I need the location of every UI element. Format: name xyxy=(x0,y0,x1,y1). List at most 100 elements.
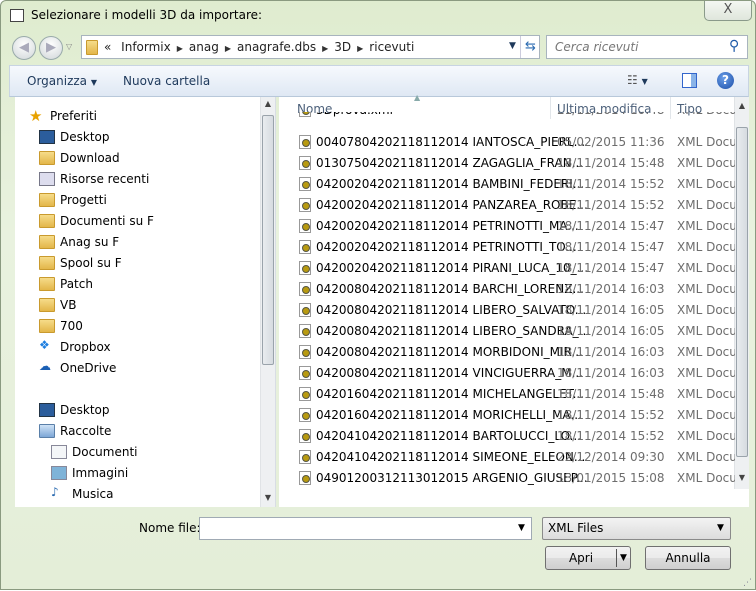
breadcrumb-item[interactable]: ricevuti xyxy=(369,40,414,54)
breadcrumb-separator-icon[interactable]: ▶ xyxy=(322,44,328,53)
file-row[interactable]: 04200804202118112014 BARCHI_LORENZ... 18/… xyxy=(299,279,739,300)
onedrive-icon: ☁ xyxy=(39,359,51,373)
address-dropdown-icon[interactable]: ▼ xyxy=(509,41,516,51)
file-date: 18/11/2014 15:47 xyxy=(557,261,665,275)
file-row[interactable]: 04200804202118112014 MORBIDONI_MIR... 18/… xyxy=(299,342,739,363)
filename-dropdown-icon[interactable]: ▼ xyxy=(518,523,525,533)
search-input[interactable]: Cerca ricevuti ⚲ xyxy=(546,35,748,59)
file-name: 04200804202118112014 MORBIDONI_MIR... xyxy=(316,345,583,359)
xml-file-icon xyxy=(299,324,311,338)
file-row[interactable]: 04200204202118112014 PANZAREA_ROBE... 18/… xyxy=(299,195,739,216)
folder-icon xyxy=(86,40,98,55)
preview-pane-icon[interactable] xyxy=(682,73,697,88)
file-row[interactable]: 04201604202118112014 MORICHELLI_MA... 18/… xyxy=(299,405,739,426)
help-icon[interactable]: ? xyxy=(717,72,734,89)
file-row[interactable]: 04204104202118112014 BARTOLUCCI_LO... 18/… xyxy=(299,426,739,447)
file-row[interactable]: 04200204202118112014 BAMBINI_FEDERI... 18… xyxy=(299,174,739,195)
file-row[interactable]: 04200204202118112014 PIRANI_LUCA_10_... 1… xyxy=(299,258,739,279)
search-icon[interactable]: ⚲ xyxy=(729,38,739,54)
download-folder-icon xyxy=(39,151,55,165)
file-type: XML Docu xyxy=(677,471,735,485)
file-date: 18/11/2014 15:47 xyxy=(557,240,665,254)
file-row[interactable]: 04200804202118112014 VINCIGUERRA_M... 18/… xyxy=(299,363,739,384)
nav-label: Spool su F xyxy=(60,256,122,270)
file-type: XML Docu xyxy=(677,135,735,149)
file-row[interactable]: 00407804202118112014 IANTOSCA_PIERL... 05… xyxy=(299,132,739,153)
file-date: 18/11/2014 15:52 xyxy=(557,408,665,422)
address-bar[interactable]: « Informix ▶ anag ▶ anagrafe.dbs ▶ 3D ▶ ricevuti… xyxy=(81,35,540,59)
xml-file-icon xyxy=(299,366,311,380)
file-row[interactable]: 04200804202118112014 LIBERO_SALVATO... 18… xyxy=(299,300,739,321)
file-date: 13/01/2015 15:08 xyxy=(557,471,665,485)
breadcrumb-overflow[interactable]: « xyxy=(104,40,111,54)
filename-input[interactable]: ▼ xyxy=(199,517,532,540)
open-dropdown-icon[interactable]: ▼ xyxy=(616,549,630,567)
organize-button[interactable]: Organizza ▼ xyxy=(27,74,97,88)
nav-label: VB xyxy=(60,298,77,312)
xml-file-icon xyxy=(299,282,311,296)
open-button[interactable]: Apri ▼ xyxy=(545,546,631,570)
folder-icon xyxy=(39,256,55,270)
file-row[interactable]: 04200804202118112014 LIBERO_SANDRA_... 18… xyxy=(299,321,739,342)
forward-button[interactable]: ▶ xyxy=(39,36,63,60)
breadcrumb-separator-icon[interactable]: ▶ xyxy=(177,44,183,53)
file-name: 04200804202118112014 VINCIGUERRA_M... xyxy=(316,366,584,380)
file-type: XML Docu xyxy=(677,261,735,275)
pictures-icon xyxy=(51,466,67,480)
breadcrumb-separator-icon[interactable]: ▶ xyxy=(357,44,363,53)
nav-scrollbar[interactable]: ▲ ▼ xyxy=(260,97,275,507)
file-name: 04200804202118112014 BARCHI_LORENZ... xyxy=(316,282,584,296)
file-row[interactable]: 01307504202118112014 ZAGAGLIA_FRAN... 18/… xyxy=(299,153,739,174)
toolbar: Organizza ▼ Nuova cartella ☷ ▼ ? xyxy=(9,65,749,97)
file-type-select[interactable]: XML Files ▼ xyxy=(542,517,731,540)
back-button[interactable]: ◀ xyxy=(12,36,36,60)
file-open-dialog: Selezionare i modelli 3D da importare: X… xyxy=(0,0,756,590)
file-name: 04200204202118112014 PETRINOTTI_TO... xyxy=(316,240,577,254)
file-row[interactable]: 04901200312113012015 ARGENIO_GIUSEP... 13… xyxy=(299,468,739,489)
breadcrumb-item[interactable]: anagrafe.dbs xyxy=(237,40,316,54)
nav-label: Patch xyxy=(60,277,93,291)
nav-label: Preferiti xyxy=(50,109,97,123)
file-date: 18/11/2014 15:52 xyxy=(557,429,665,443)
star-icon: ★ xyxy=(29,107,43,125)
nav-scrollbar-thumb[interactable] xyxy=(262,115,274,365)
close-button[interactable]: X xyxy=(704,1,752,21)
xml-file-icon xyxy=(299,471,311,485)
new-folder-button[interactable]: Nuova cartella xyxy=(123,74,210,88)
folder-icon xyxy=(39,235,55,249)
file-row[interactable]: 04200204202118112014 PETRINOTTI_MA... 18/… xyxy=(299,216,739,237)
xml-file-icon xyxy=(299,408,311,422)
resize-grip[interactable]: ⋰ xyxy=(743,578,752,588)
breadcrumb-separator-icon[interactable]: ▶ xyxy=(225,44,231,53)
file-row[interactable]: 04204104202118112014 SIMEONE_ELEON... 22/… xyxy=(299,447,739,468)
folder-icon xyxy=(39,193,55,207)
breadcrumb-item[interactable]: Informix xyxy=(121,40,171,54)
file-type: XML Docu xyxy=(677,156,735,170)
file-row[interactable]: 04200204202118112014 PETRINOTTI_TO... 18/… xyxy=(299,237,739,258)
file-name: 04200204202118112014 PANZAREA_ROBE... xyxy=(316,198,588,212)
nav-label: Desktop xyxy=(60,130,110,144)
file-name: 00407804202118112014 IANTOSCA_PIERL... xyxy=(316,135,586,149)
file-row[interactable]: 3Dprova.xml 21/11/2014 10:48 XML Docu xyxy=(299,112,739,121)
cancel-button[interactable]: Annulla xyxy=(645,546,731,570)
file-name: 04201604202118112014 MORICHELLI_MA... xyxy=(316,408,582,422)
breadcrumb-item[interactable]: 3D xyxy=(334,40,351,54)
view-options-icon[interactable]: ☷ ▼ xyxy=(627,73,648,87)
file-type: XML Docu xyxy=(677,177,735,191)
recent-pages-dropdown[interactable]: ▽ xyxy=(66,42,72,51)
file-row[interactable]: 04201604202118112014 MICHELANGELET... 18/… xyxy=(299,384,739,405)
file-type: XML Docu xyxy=(677,429,735,443)
nav-label: Risorse recenti xyxy=(60,172,150,186)
file-date: 18/11/2014 15:52 xyxy=(557,177,665,191)
file-type: XML Docu xyxy=(677,450,735,464)
file-date: 18/11/2014 16:05 xyxy=(557,303,665,317)
file-date: 18/11/2014 16:05 xyxy=(557,324,665,338)
file-type: XML Docu xyxy=(677,345,735,359)
nav-label: Raccolte xyxy=(60,424,112,438)
recent-places-icon xyxy=(39,172,55,186)
xml-file-icon xyxy=(299,429,311,443)
file-name: 04200204202118112014 BAMBINI_FEDERI... xyxy=(316,177,585,191)
file-type: XML Docu xyxy=(677,408,735,422)
breadcrumb-item[interactable]: anag xyxy=(189,40,219,54)
refresh-icon[interactable]: ⇆ xyxy=(520,36,540,58)
